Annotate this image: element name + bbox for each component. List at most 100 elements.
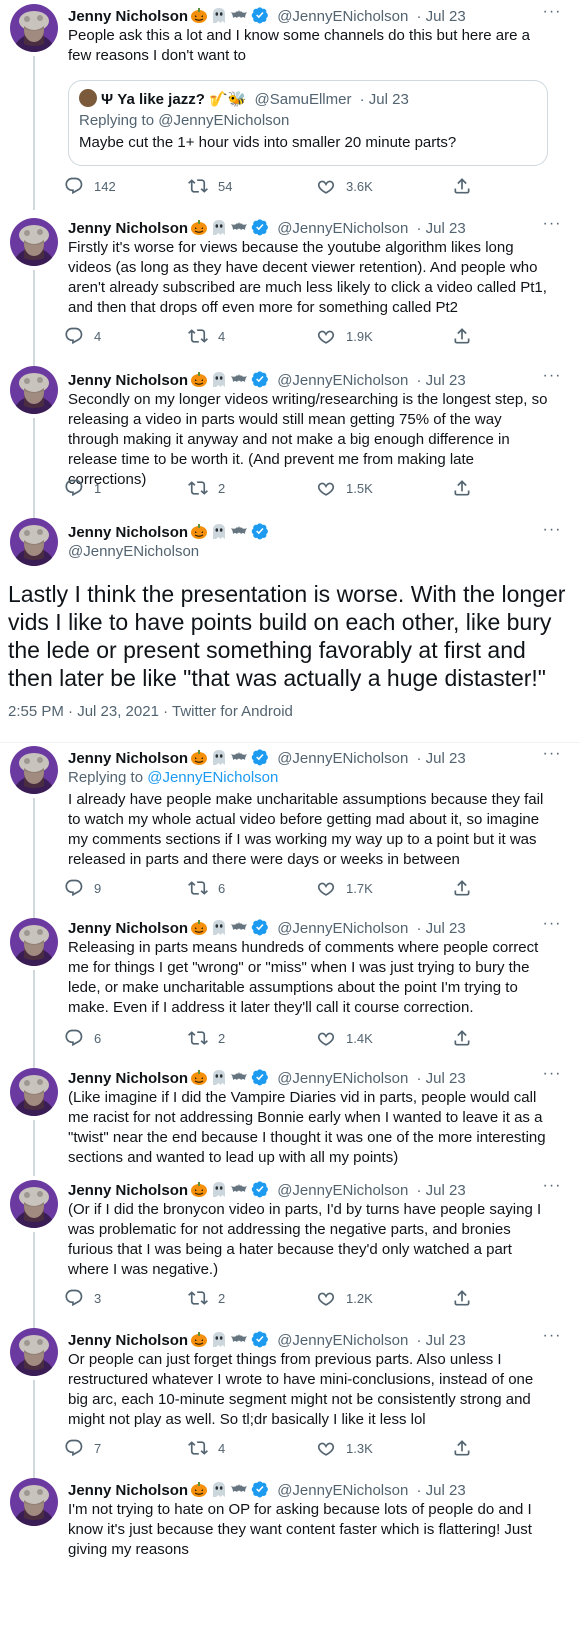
- reply-button[interactable]: 4: [64, 326, 101, 346]
- retweet-button[interactable]: 2: [188, 478, 225, 498]
- more-options-icon[interactable]: ···: [542, 522, 562, 544]
- reply-count: 6: [94, 1030, 102, 1046]
- like-button[interactable]: 3.6K: [316, 176, 373, 196]
- avatar[interactable]: [10, 918, 58, 966]
- author-handle[interactable]: @JennyENicholson: [277, 8, 408, 25]
- like-button[interactable]: 1.9K: [316, 326, 373, 346]
- avatar[interactable]: [10, 1478, 58, 1526]
- tweet-date[interactable]: · Jul 23: [417, 1182, 466, 1199]
- like-button[interactable]: 1.7K: [316, 878, 373, 898]
- avatar[interactable]: [10, 1328, 58, 1376]
- more-options-icon[interactable]: ···: [542, 1178, 562, 1200]
- share-button[interactable]: [452, 1288, 482, 1308]
- author-name[interactable]: Jenny Nicholson: [68, 920, 188, 937]
- author-name[interactable]: Jenny Nicholson: [68, 372, 188, 389]
- tweet-header: Jenny Nicholson @JennyENicholson · Jul 2…: [68, 218, 466, 238]
- tweet-date[interactable]: · Jul 23: [417, 220, 466, 237]
- tweet-date[interactable]: · Jul 23: [417, 8, 466, 25]
- author-name[interactable]: Jenny Nicholson: [68, 1332, 188, 1349]
- reply-tweet-6[interactable]: Jenny Nicholson @JennyENicholson · Jul 2…: [0, 1478, 580, 1646]
- author-name[interactable]: Jenny Nicholson: [68, 1182, 188, 1199]
- quoted-tweet[interactable]: Ψ Ya like jazz? 🎷🐝 @SamuEllmer · Jul 23 …: [68, 80, 548, 166]
- avatar[interactable]: [10, 366, 58, 414]
- more-options-icon[interactable]: ···: [542, 1066, 562, 1088]
- tweet-2[interactable]: Jenny Nicholson @JennyENicholson · Jul 2…: [0, 214, 580, 370]
- author-name[interactable]: Jenny Nicholson: [68, 524, 188, 541]
- bat-icon: [230, 218, 248, 236]
- thread-line: [33, 56, 35, 210]
- author-handle[interactable]: @JennyENicholson: [277, 372, 408, 389]
- share-button[interactable]: [452, 1438, 482, 1458]
- author-handle[interactable]: @JennyENicholson: [277, 1182, 408, 1199]
- reply-button[interactable]: 142: [64, 176, 116, 196]
- reply-button[interactable]: 6: [64, 1028, 101, 1048]
- reply-tweet-3[interactable]: Jenny Nicholson @JennyENicholson · Jul 2…: [0, 1066, 580, 1176]
- share-button[interactable]: [452, 176, 482, 196]
- bat-icon: [230, 1330, 248, 1348]
- tweet-date[interactable]: · Jul 23: [417, 1332, 466, 1349]
- share-button[interactable]: [452, 478, 482, 498]
- avatar[interactable]: [10, 1180, 58, 1228]
- more-options-icon[interactable]: ···: [542, 216, 562, 238]
- author-handle[interactable]: @JennyENicholson: [68, 542, 199, 562]
- avatar[interactable]: [10, 1068, 58, 1116]
- more-options-icon[interactable]: ···: [542, 746, 562, 768]
- author-name[interactable]: Jenny Nicholson: [68, 1070, 188, 1087]
- reply-button[interactable]: 7: [64, 1438, 101, 1458]
- share-button[interactable]: [452, 1028, 482, 1048]
- author-handle[interactable]: @JennyENicholson: [277, 220, 408, 237]
- more-options-icon[interactable]: ···: [542, 368, 562, 390]
- avatar[interactable]: [10, 218, 58, 266]
- tweet-date[interactable]: · Jul 23: [417, 1070, 466, 1087]
- reply-button[interactable]: 1: [64, 478, 101, 498]
- tweet-actions: 3 2 1.2K: [58, 1288, 498, 1308]
- retweet-button[interactable]: 54: [188, 176, 232, 196]
- tweet-text: I already have people make uncharitable …: [68, 791, 544, 868]
- more-options-icon[interactable]: ···: [542, 916, 562, 938]
- avatar[interactable]: [10, 518, 58, 566]
- author-name[interactable]: Jenny Nicholson: [68, 8, 188, 25]
- avatar[interactable]: [10, 4, 58, 52]
- reply-tweet-2[interactable]: Jenny Nicholson @JennyENicholson · Jul 2…: [0, 916, 580, 1068]
- share-button[interactable]: [452, 326, 482, 346]
- more-options-icon[interactable]: ···: [542, 4, 562, 26]
- thread-line: [33, 1120, 35, 1176]
- retweet-button[interactable]: 6: [188, 878, 225, 898]
- tweet-date[interactable]: · Jul 23: [417, 372, 466, 389]
- reply-tweet-5[interactable]: Jenny Nicholson @JennyENicholson · Jul 2…: [0, 1328, 580, 1482]
- bat-icon: [230, 1480, 248, 1498]
- author-handle[interactable]: @JennyENicholson: [277, 1482, 408, 1499]
- author-name[interactable]: Jenny Nicholson: [68, 750, 188, 767]
- reply-button[interactable]: 3: [64, 1288, 101, 1308]
- tweet-date[interactable]: · Jul 23: [417, 750, 466, 767]
- author-handle[interactable]: @JennyENicholson: [277, 750, 408, 767]
- tweet-date[interactable]: · Jul 23: [417, 920, 466, 937]
- verified-badge-icon: [251, 1480, 269, 1498]
- reply-tweet-1[interactable]: Jenny Nicholson @JennyENicholson · Jul 2…: [0, 746, 580, 922]
- retweet-button[interactable]: 4: [188, 326, 225, 346]
- like-button[interactable]: 1.5K: [316, 478, 373, 498]
- replying-handle-link[interactable]: @JennyENicholson: [147, 769, 278, 786]
- tweet-date[interactable]: · Jul 23: [417, 1482, 466, 1499]
- pumpkin-icon: [190, 218, 208, 236]
- author-name[interactable]: Jenny Nicholson: [68, 1482, 188, 1499]
- reply-button[interactable]: 9: [64, 878, 101, 898]
- tweet-3[interactable]: Jenny Nicholson @JennyENicholson · Jul 2…: [0, 366, 580, 518]
- tweet-text: Secondly on my longer videos writing/res…: [68, 391, 548, 488]
- author-handle[interactable]: @JennyENicholson: [277, 1332, 408, 1349]
- author-name[interactable]: Jenny Nicholson: [68, 220, 188, 237]
- like-button[interactable]: 1.3K: [316, 1438, 373, 1458]
- more-options-icon[interactable]: ···: [542, 1328, 562, 1350]
- retweet-button[interactable]: 4: [188, 1438, 225, 1458]
- author-handle[interactable]: @JennyENicholson: [277, 1070, 408, 1087]
- like-count: 1.5K: [346, 480, 373, 496]
- like-button[interactable]: 1.2K: [316, 1288, 373, 1308]
- retweet-button[interactable]: 2: [188, 1288, 225, 1308]
- reply-tweet-4[interactable]: Jenny Nicholson @JennyENicholson · Jul 2…: [0, 1178, 580, 1328]
- like-button[interactable]: 1.4K: [316, 1028, 373, 1048]
- author-handle[interactable]: @JennyENicholson: [277, 920, 408, 937]
- share-button[interactable]: [452, 878, 482, 898]
- avatar[interactable]: [10, 746, 58, 794]
- tweet-1[interactable]: Jenny Nicholson @JennyENicholson · Jul 2…: [0, 0, 580, 210]
- retweet-button[interactable]: 2: [188, 1028, 225, 1048]
